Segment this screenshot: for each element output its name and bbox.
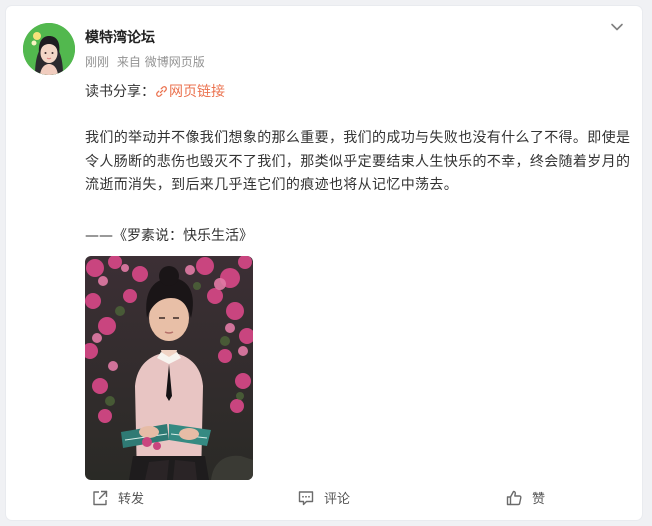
comment-icon — [298, 490, 314, 505]
web-link[interactable]: 网页链接 — [155, 84, 225, 100]
username[interactable]: 模特湾论坛 — [85, 27, 155, 47]
source-app: 微博网页版 — [144, 55, 205, 69]
chevron-down-icon[interactable] — [608, 18, 626, 36]
post-photo[interactable] — [85, 256, 253, 480]
source-prefix: 来自 — [116, 55, 141, 69]
woman-reading-photo — [85, 256, 253, 480]
quote-source: ——《罗素说：快乐生活》 — [85, 228, 253, 244]
action-bar: 转发 评论 赞 — [6, 486, 642, 514]
repost-label: 转发 — [118, 492, 145, 507]
post-time[interactable]: 刚刚 — [85, 55, 109, 69]
like-icon — [506, 490, 522, 505]
like-label: 赞 — [532, 492, 546, 507]
comment-label: 评论 — [324, 492, 351, 507]
share-prefix: 读书分享： — [85, 84, 155, 100]
link-icon — [156, 86, 167, 97]
avatar[interactable] — [23, 23, 75, 75]
comment-button[interactable]: 评论 — [297, 488, 350, 507]
share-line: 读书分享： 网页链接 — [85, 81, 225, 101]
repost-icon — [93, 490, 108, 505]
weibo-post-card: 模特湾论坛 刚刚 来自 微博网页版 读书分享： 网页链接 我们的举动并不像我们想象… — [6, 6, 642, 520]
avatar-image — [23, 23, 75, 75]
post-body: 我们的举动并不像我们想象的那么重要，我们的成功与失败也没有什么了不得。即使是令人… — [85, 130, 631, 193]
like-button[interactable]: 赞 — [505, 488, 545, 507]
repost-button[interactable]: 转发 — [91, 488, 144, 507]
web-link-label: 网页链接 — [169, 84, 225, 100]
post-meta: 刚刚 来自 微博网页版 — [85, 53, 205, 70]
